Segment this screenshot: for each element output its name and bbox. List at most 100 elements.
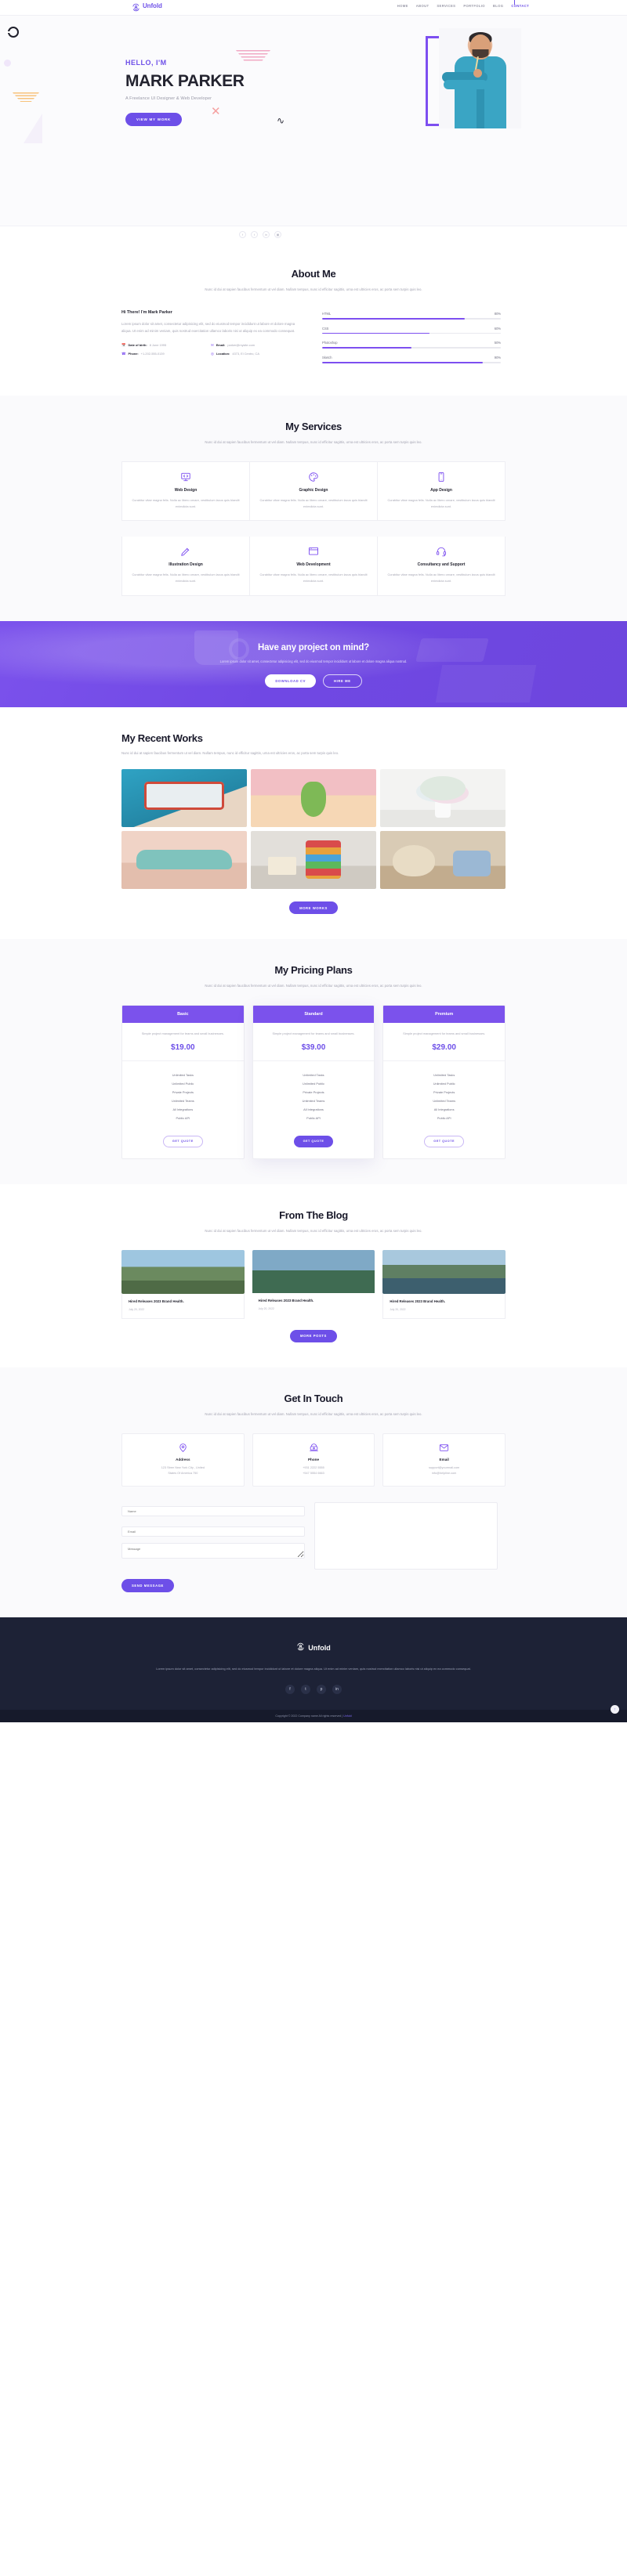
- contact-card-line2: +547 5554 6663: [303, 1471, 324, 1475]
- copyright-text: Copyright © 2022 Company name All rights…: [275, 1714, 351, 1718]
- message-input[interactable]: [121, 1543, 305, 1559]
- headset-support-icon: [387, 546, 495, 557]
- pen-ruler-icon: [132, 546, 240, 557]
- info-phone: ☎ Phone: +1-202-555-0139: [121, 352, 211, 356]
- service-card-illustration-design[interactable]: Illustration Design Curabitur vitae magn…: [122, 537, 250, 595]
- more-posts-button[interactable]: MORE POSTS: [290, 1329, 337, 1342]
- service-card-consultancy-support[interactable]: Consultancy and Support Curabitur vitae …: [378, 537, 505, 595]
- hire-me-button[interactable]: HIRE ME: [323, 674, 362, 688]
- blog-post-date: July 20, 2022: [258, 1306, 274, 1310]
- service-card-app-design[interactable]: App Design Curabitur vitae magna felis. …: [378, 462, 505, 521]
- mountain-lake-photo: [121, 1249, 245, 1294]
- work-item-vintage-car[interactable]: [121, 831, 247, 890]
- telephone-icon: [259, 1443, 368, 1453]
- plan-feature: Unlimited Teams: [302, 1099, 325, 1104]
- info-label: Date of birth:: [128, 343, 147, 348]
- hero-section: ✕ ∿ HELLO, I'M MARK PARKER A Freelance U…: [0, 16, 627, 243]
- plan-name: Basic: [122, 1006, 244, 1024]
- info-label: Email:: [216, 343, 226, 348]
- email-input[interactable]: [121, 1526, 305, 1537]
- nav-item-portfolio[interactable]: PORTFOLIO: [463, 4, 485, 8]
- nav-item-blog[interactable]: BLOG: [493, 4, 504, 8]
- footer-social-links: f t p in: [121, 1685, 506, 1695]
- work-item-toy-train[interactable]: [121, 769, 247, 828]
- about-paragraph: Lorem ipsum dolor sit amet, consectetur …: [121, 322, 295, 333]
- contact-map-panel[interactable]: [314, 1502, 498, 1570]
- service-title: Consultancy and Support: [417, 562, 466, 568]
- blog-grid: Hired Releases 2023 Brand Health. July 2…: [121, 1249, 506, 1319]
- twitter-icon[interactable]: t: [251, 231, 258, 238]
- works-grid: [121, 769, 506, 890]
- blog-post-card-2[interactable]: Hired Releases 2023 Brand Health. July 2…: [252, 1249, 375, 1317]
- work-item-white-flowers[interactable]: [380, 769, 506, 828]
- about-info-list: 📅 Date of birth: 8 June 1995 ✉ Email: pa…: [121, 343, 300, 356]
- pricing-card-premium: Premium Simple project management for te…: [382, 1005, 506, 1159]
- footer-brand[interactable]: Unfold: [121, 1641, 506, 1655]
- get-quote-button-premium[interactable]: GET QUOTE: [424, 1135, 465, 1147]
- info-value: 8 June 1995: [149, 343, 167, 348]
- skill-percent: 60%: [494, 326, 501, 331]
- plan-feature: Unlimited Tasks: [433, 1073, 455, 1078]
- brand-logo-link[interactable]: Unfold: [132, 2, 162, 12]
- copyright-link[interactable]: Unfold: [343, 1714, 351, 1718]
- name-input[interactable]: [121, 1506, 305, 1517]
- linkedin-icon[interactable]: in: [332, 1685, 342, 1695]
- info-email: ✉ Email: parker@mysite.com: [211, 342, 300, 348]
- contact-section: Get In Touch Nunc id dui at sapien fauci…: [0, 1367, 627, 1618]
- send-message-button[interactable]: SEND MESSAGE: [121, 1579, 174, 1593]
- get-quote-button-standard[interactable]: GET QUOTE: [293, 1135, 334, 1147]
- service-text: Curabitur vitae magna felis. Nulla ac li…: [132, 573, 240, 583]
- service-card-web-development[interactable]: Web Development Curabitur vitae magna fe…: [250, 537, 378, 595]
- about-bio: Hi There! I'm Mark Parker Lorem ipsum do…: [121, 310, 300, 370]
- service-card-web-design[interactable]: Web Design Curabitur vitae magna felis. …: [122, 461, 250, 521]
- mail-icon: ✉: [211, 342, 214, 347]
- plan-feature: Private Projects: [433, 1090, 455, 1095]
- plan-features: Unlimited Tasks Unlimited Public Private…: [122, 1061, 244, 1125]
- decor-circle-outline: [5, 27, 19, 38]
- service-text: Curabitur vitae magna felis. Nulla ac li…: [259, 497, 368, 508]
- skill-bar: [322, 332, 501, 334]
- plan-feature: Public API: [306, 1116, 321, 1121]
- facebook-icon[interactable]: f: [239, 231, 246, 238]
- instagram-icon[interactable]: ▣: [274, 231, 281, 238]
- brand-name: Unfold: [143, 2, 162, 9]
- linkedin-icon[interactable]: in: [263, 231, 270, 238]
- plan-feature: Unlimited Teams: [433, 1099, 456, 1104]
- hero-greeting: HELLO, I'M: [125, 59, 167, 67]
- blog-post-title: Hired Releases 2023 Brand Health.: [258, 1298, 314, 1302]
- nav-item-home[interactable]: HOME: [397, 4, 408, 8]
- skill-photoshop: Photoshop 50%: [322, 341, 501, 349]
- work-item-alphabet-blocks[interactable]: [251, 831, 376, 890]
- skill-name: Photoshop: [322, 341, 338, 345]
- download-cv-button[interactable]: DOWNLOAD CV: [265, 674, 317, 688]
- skill-name: HTML: [322, 312, 332, 316]
- facebook-icon[interactable]: f: [285, 1685, 295, 1695]
- pinterest-icon[interactable]: p: [317, 1685, 326, 1695]
- view-my-work-button[interactable]: VIEW MY WORK: [125, 113, 183, 126]
- work-item-banana-cactus[interactable]: [251, 769, 376, 828]
- pricing-card-standard: Standard Simple project management for t…: [252, 1005, 375, 1159]
- service-card-graphic-design[interactable]: Graphic Design Curabitur vitae magna fel…: [250, 461, 378, 521]
- skill-percent: 50%: [494, 341, 501, 345]
- blog-post-card-3[interactable]: Hired Releases 2023 Brand Health. July 2…: [382, 1249, 506, 1319]
- services-title: My Services: [285, 420, 342, 432]
- services-row-1: Web Design Curabitur vitae magna felis. …: [121, 461, 506, 522]
- copyright-bar: Copyright © 2022 Company name All rights…: [0, 1705, 627, 1723]
- skill-bar: [322, 347, 501, 349]
- nav-item-about[interactable]: ABOUT: [416, 4, 429, 8]
- twitter-icon[interactable]: t: [301, 1685, 310, 1695]
- work-item-teddy-bear[interactable]: [380, 831, 506, 890]
- skills-list: HTML 80% CSS 60% Photoshop 50% Sketch 90…: [322, 310, 501, 370]
- nav-item-services[interactable]: SERVICES: [437, 4, 455, 8]
- blog-post-card-1[interactable]: Hired Releases 2023 Brand Health. July 2…: [121, 1249, 245, 1319]
- plan-price: $39.00: [252, 1037, 375, 1062]
- calendar-icon: 📅: [121, 342, 126, 347]
- get-quote-button-basic[interactable]: GET QUOTE: [162, 1135, 203, 1147]
- arrow-up-icon[interactable]: ↑: [611, 1705, 619, 1714]
- envelope-icon: [390, 1443, 498, 1453]
- about-section: About Me Nunc id dui at sapien faucibus …: [0, 243, 627, 396]
- more-works-button[interactable]: MORE WORKS: [289, 901, 338, 915]
- footer-text: Lorem ipsum dolor sit amet, consectetur …: [156, 1667, 471, 1671]
- info-value: 4373, El Centro, CA: [232, 352, 259, 356]
- blog-post-title: Hired Releases 2023 Brand Health.: [390, 1299, 446, 1303]
